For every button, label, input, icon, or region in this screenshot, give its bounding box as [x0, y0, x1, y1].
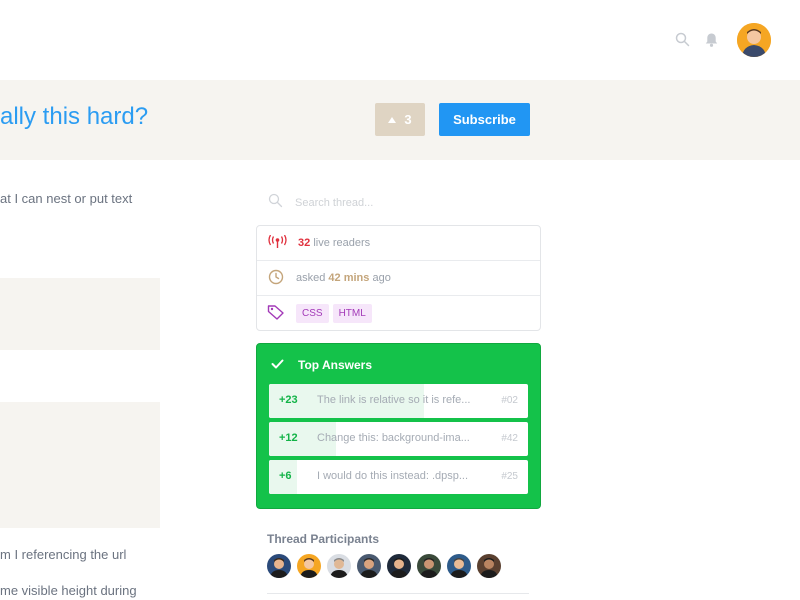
tag-html[interactable]: HTML	[332, 304, 372, 323]
answer-text: Change this: background-ima...	[317, 432, 470, 444]
post-text-line: m I referencing the url	[0, 547, 127, 562]
post-text-line: at I can nest or put text	[0, 191, 133, 206]
vote-count: 3	[404, 112, 412, 127]
clock-icon	[267, 269, 286, 288]
answer-score: +23	[279, 394, 298, 406]
thread-title: ally this hard?	[0, 103, 149, 130]
participant-avatar[interactable]	[357, 554, 381, 578]
upvote-button[interactable]: 3	[375, 103, 425, 136]
search-thread-input[interactable]	[295, 197, 495, 209]
answer-text: I would do this instead: .dpsp...	[317, 470, 469, 482]
answer-ref: #42	[501, 433, 518, 444]
participant-avatar[interactable]	[477, 554, 501, 578]
top-answers-title: Top Answers	[298, 358, 373, 372]
participant-avatar[interactable]	[417, 554, 441, 578]
search-icon	[268, 193, 283, 213]
live-readers-count: 32	[298, 237, 311, 249]
tag-icon	[267, 304, 286, 323]
tags-row: CSS HTML	[257, 296, 540, 331]
top-bar	[0, 0, 800, 80]
participants-list	[267, 554, 501, 578]
asked-time: 42 mins	[328, 272, 370, 284]
post-text-line: me visible height during	[0, 583, 137, 598]
top-answers-header: Top Answers	[271, 358, 372, 372]
search-icon[interactable]	[675, 32, 690, 52]
answer-ref: #25	[501, 471, 518, 482]
code-block	[0, 278, 160, 350]
answer-score: +12	[279, 432, 298, 444]
bell-icon[interactable]	[704, 32, 719, 53]
checkmark-icon	[271, 358, 284, 372]
top-answers-panel: Top Answers +23 The link is relative so …	[256, 343, 541, 509]
thread-search	[268, 192, 541, 214]
live-readers-label: live readers	[313, 237, 371, 249]
answer-text: The link is relative so it is refe...	[317, 394, 471, 406]
participant-avatar[interactable]	[267, 554, 291, 578]
top-answer-item[interactable]: +6 I would do this instead: .dpsp... #25	[269, 460, 528, 494]
thread-meta-box: 32 live readers asked 42 mins ago CSS HT…	[256, 225, 541, 331]
broadcast-icon	[267, 234, 288, 252]
user-avatar[interactable]	[737, 23, 771, 57]
asked-time-row: asked 42 mins ago	[257, 261, 540, 296]
asked-prefix: asked	[296, 272, 326, 284]
tag-css[interactable]: CSS	[296, 304, 329, 323]
live-readers-row: 32 live readers	[257, 226, 540, 261]
subscribe-button[interactable]: Subscribe	[439, 103, 530, 136]
upvote-arrow-icon	[388, 116, 397, 123]
top-answer-item[interactable]: +23 The link is relative so it is refe..…	[269, 384, 528, 418]
participants-title: Thread Participants	[267, 532, 380, 546]
divider	[267, 593, 529, 594]
participant-avatar[interactable]	[327, 554, 351, 578]
answer-ref: #02	[501, 395, 518, 406]
participant-avatar[interactable]	[387, 554, 411, 578]
participant-avatar[interactable]	[297, 554, 321, 578]
participant-avatar[interactable]	[447, 554, 471, 578]
top-answer-item[interactable]: +12 Change this: background-ima... #42	[269, 422, 528, 456]
asked-suffix: ago	[372, 272, 391, 284]
code-block	[0, 402, 160, 528]
answer-score: +6	[279, 470, 292, 482]
